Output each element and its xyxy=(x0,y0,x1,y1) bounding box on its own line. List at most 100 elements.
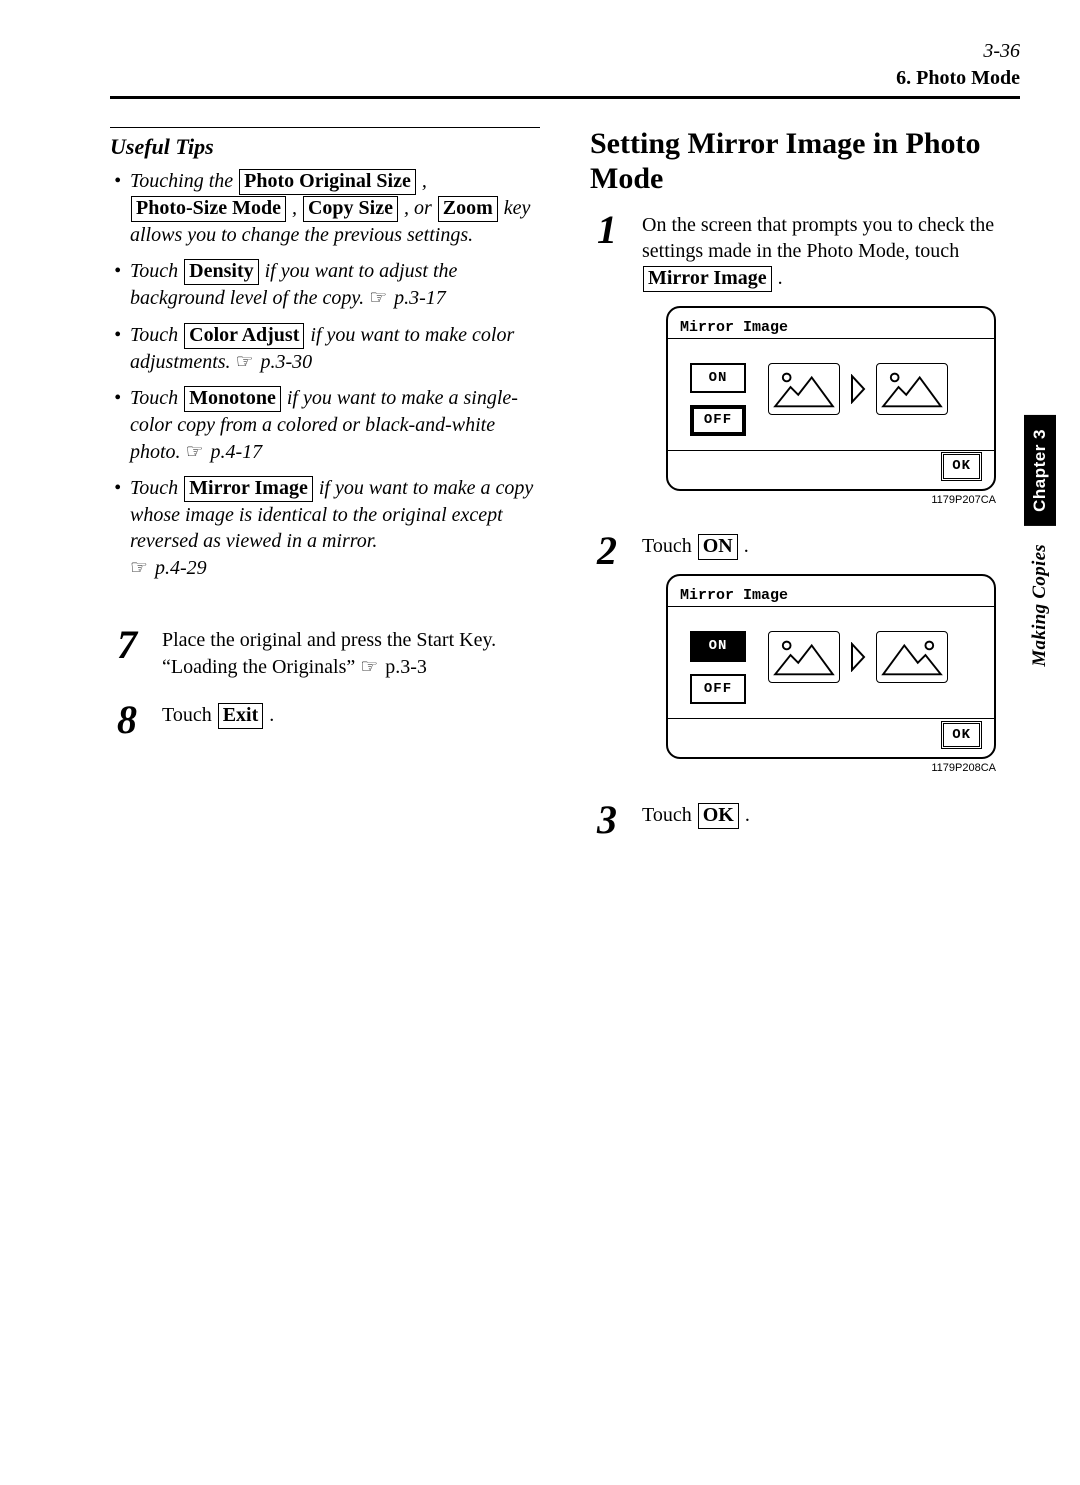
step-text: . xyxy=(740,804,750,826)
step-number: 1 xyxy=(590,212,624,248)
tip-item: Touch Monotone if you want to make a sin… xyxy=(130,385,540,465)
lcd-figure: Mirror Image ON OFF xyxy=(642,574,1020,776)
key-photo-size-mode: Photo-Size Mode xyxy=(131,196,286,222)
tip-item: Touch Density if you want to adjust the … xyxy=(130,258,540,311)
key-color-adjust: Color Adjust xyxy=(184,323,304,349)
tip-text: , xyxy=(287,197,302,219)
key-on: ON xyxy=(698,534,738,560)
pointer-icon: ☞ xyxy=(236,349,254,375)
step-body: Touch Exit . xyxy=(162,702,540,729)
useful-tips-title: Useful Tips xyxy=(110,134,540,160)
step-text: . xyxy=(773,267,783,289)
tip-text: Touch xyxy=(130,324,183,346)
step-number: 7 xyxy=(110,627,144,663)
lcd-on-button[interactable]: ON xyxy=(690,363,746,393)
tip-text: Touch xyxy=(130,477,183,499)
step-text: Touch xyxy=(162,704,217,726)
step-text: Place the original and press the Start K… xyxy=(162,629,496,677)
lcd-panel: Mirror Image ON OFF xyxy=(666,574,996,759)
key-photo-original-size: Photo Original Size xyxy=(239,169,416,195)
step: 3 Touch OK . xyxy=(590,802,1020,838)
header-rule xyxy=(110,96,1020,99)
lcd-separator xyxy=(668,718,994,719)
tip-text: Touch xyxy=(130,387,183,409)
figure-code: 1179P208CA xyxy=(666,761,996,776)
tip-item: Touch Color Adjust if you want to make c… xyxy=(130,322,540,375)
arrow-right-icon xyxy=(850,642,866,672)
step: 8 Touch Exit . xyxy=(110,702,540,738)
lcd-onoff-group: ON OFF xyxy=(690,363,746,448)
left-column: Useful Tips Touching the Photo Original … xyxy=(110,127,540,860)
page-ref: p.4-29 xyxy=(155,557,207,579)
step: 7 Place the original and press the Start… xyxy=(110,627,540,680)
tip-item: Touching the Photo Original Size , Photo… xyxy=(130,168,540,248)
pointer-icon: ☞ xyxy=(186,439,204,465)
chapter-tab: Chapter 3 xyxy=(1024,415,1056,526)
step: 2 Touch ON . Mirror Image ON OFF xyxy=(590,533,1020,780)
right-column: Setting Mirror Image in Photo Mode 1 On … xyxy=(590,127,1020,860)
page-ref: p.3-30 xyxy=(261,351,313,373)
tip-text: Touching the xyxy=(130,170,238,192)
key-mirror-image: Mirror Image xyxy=(643,266,772,292)
page-ref: p.3-17 xyxy=(394,287,446,309)
step-number: 2 xyxy=(590,533,624,569)
step-text: Touch xyxy=(642,535,697,557)
page-ref: p.4-17 xyxy=(211,441,263,463)
lcd-ok-button[interactable]: OK xyxy=(941,452,982,480)
lcd-title: Mirror Image xyxy=(680,318,788,338)
key-monotone: Monotone xyxy=(184,386,281,412)
pointer-icon: ☞ xyxy=(130,555,148,581)
arrow-right-icon xyxy=(850,374,866,404)
page-ref: p.3-3 xyxy=(385,656,427,678)
lcd-panel: Mirror Image ON OFF xyxy=(666,306,996,491)
figure-code: 1179P207CA xyxy=(666,493,996,508)
lcd-off-button[interactable]: OFF xyxy=(690,674,746,704)
pointer-icon: ☞ xyxy=(360,654,378,680)
tip-text: , xyxy=(417,170,427,192)
lcd-ok-button[interactable]: OK xyxy=(941,721,982,749)
key-mirror-image: Mirror Image xyxy=(184,476,313,502)
right-heading: Setting Mirror Image in Photo Mode xyxy=(590,127,1020,196)
lcd-on-button[interactable]: ON xyxy=(690,631,746,661)
step-body: Touch OK . xyxy=(642,802,1020,829)
step-number: 3 xyxy=(590,802,624,838)
lcd-separator xyxy=(668,450,994,451)
step: 1 On the screen that prompts you to chec… xyxy=(590,212,1020,511)
page-number: 3-36 xyxy=(110,40,1020,63)
section-header: 6. Photo Mode xyxy=(110,67,1020,90)
step-text: Touch xyxy=(642,804,697,826)
step-text: . xyxy=(264,704,274,726)
lcd-separator xyxy=(668,338,994,339)
tip-text: Touch xyxy=(130,260,183,282)
lcd-title: Mirror Image xyxy=(680,586,788,606)
preview-mirrored-icon xyxy=(876,631,948,683)
key-density: Density xyxy=(184,259,258,285)
lcd-off-button[interactable]: OFF xyxy=(690,405,746,435)
lcd-preview xyxy=(768,631,948,683)
step-text: . xyxy=(739,535,749,557)
preview-original-icon xyxy=(768,363,840,415)
chapter-label: Making Copies xyxy=(1029,544,1051,667)
preview-result-icon xyxy=(876,363,948,415)
lcd-preview xyxy=(768,363,948,415)
pointer-icon: ☞ xyxy=(369,285,387,311)
step-number: 8 xyxy=(110,702,144,738)
step-text: On the screen that prompts you to check … xyxy=(642,214,994,262)
tip-text: , or xyxy=(399,197,437,219)
key-zoom: Zoom xyxy=(438,196,498,222)
lcd-separator xyxy=(668,606,994,607)
preview-original-icon xyxy=(768,631,840,683)
key-exit: Exit xyxy=(218,703,264,729)
lcd-onoff-group: ON OFF xyxy=(690,631,746,716)
lcd-figure: Mirror Image ON OFF xyxy=(642,306,1020,508)
side-thumb-tab: Chapter 3 Making Copies xyxy=(1024,415,1058,667)
step-body: Touch ON . Mirror Image ON OFF xyxy=(642,533,1020,780)
key-ok: OK xyxy=(698,803,739,829)
left-steps: 7 Place the original and press the Start… xyxy=(110,627,540,738)
step-body: Place the original and press the Start K… xyxy=(162,627,540,680)
tip-item: Touch Mirror Image if you want to make a… xyxy=(130,475,540,581)
tips-rule xyxy=(110,127,540,128)
useful-tips-list: Touching the Photo Original Size , Photo… xyxy=(110,168,540,581)
step-body: On the screen that prompts you to check … xyxy=(642,212,1020,511)
key-copy-size: Copy Size xyxy=(303,196,398,222)
